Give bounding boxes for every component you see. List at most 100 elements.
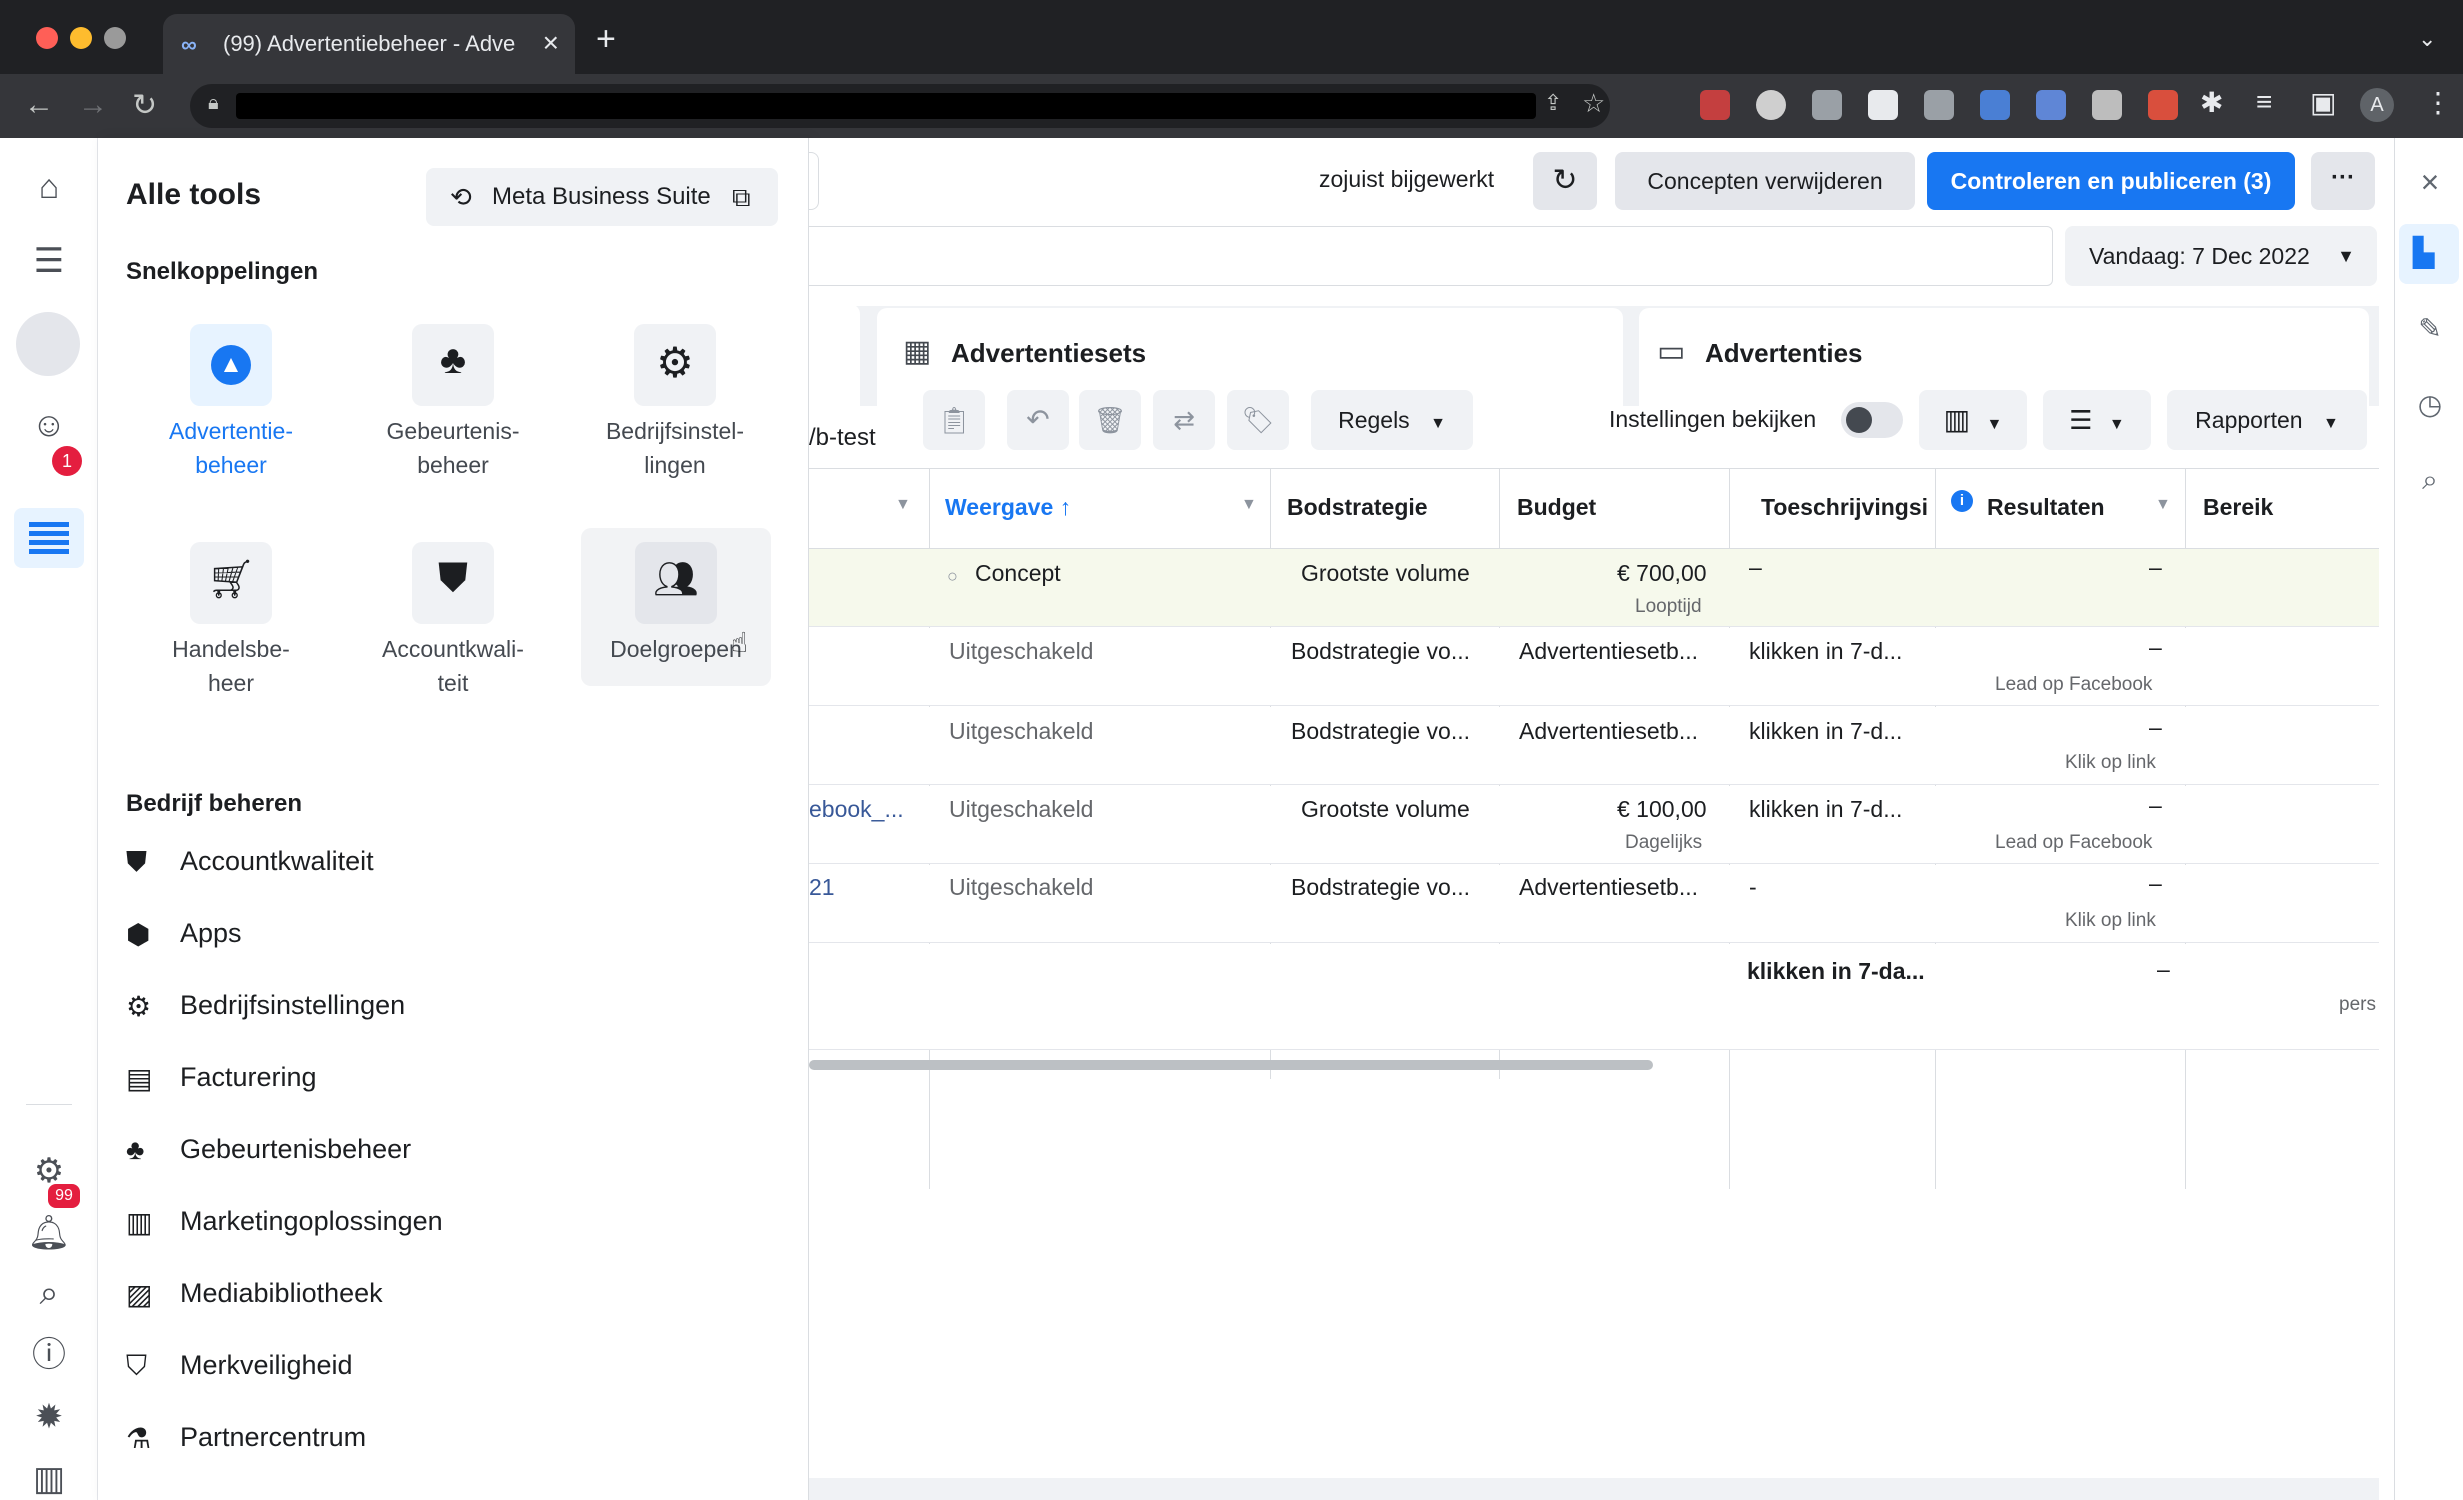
- refresh-button[interactable]: ↻: [1533, 152, 1597, 210]
- address-bar[interactable]: 🔒︎ ⇪ ☆: [190, 84, 1610, 128]
- close-icon[interactable]: ×: [543, 27, 559, 59]
- menu-item-business-settings[interactable]: ⚙ Bedrijfsinstellingen: [126, 978, 766, 1038]
- menu-item-apps[interactable]: ⬢ Apps: [126, 906, 766, 966]
- extension-icon[interactable]: [1700, 90, 1730, 120]
- more-button[interactable]: ···: [2311, 152, 2375, 210]
- account-avatar[interactable]: [16, 312, 80, 376]
- caret-down-icon[interactable]: ▼: [895, 496, 911, 514]
- chevron-down-icon[interactable]: ⌄: [2418, 26, 2436, 52]
- menu-item-account-quality[interactable]: ⛊ Accountkwaliteit: [126, 834, 766, 894]
- menu-item-marketing-solutions[interactable]: ▥ Marketingoplossingen: [126, 1194, 766, 1254]
- meta-logo-icon: ∞: [181, 32, 197, 57]
- tab-campaigns[interactable]: [809, 304, 860, 414]
- shortcut-account-quality[interactable]: ⛊ Accountkwali- teit: [358, 542, 548, 696]
- cell-name-link[interactable]: ebook_...: [809, 796, 904, 823]
- column-header-results[interactable]: Resultaten: [1987, 494, 2105, 521]
- info-icon[interactable]: i: [1951, 490, 1973, 512]
- cell-bid-strategy: Grootste volume: [1301, 796, 1470, 822]
- menu-icon[interactable]: ☰: [26, 238, 72, 284]
- reports-button[interactable]: Rapporten ▼: [2167, 390, 2367, 450]
- extension-icon[interactable]: [2036, 90, 2066, 120]
- shortcut-audiences[interactable]: 👥︎ Doelgroepen ☝: [581, 528, 771, 686]
- shortcut-commerce-manager[interactable]: 🛒︎ Handelsbe- heer: [136, 542, 326, 696]
- new-tab-button[interactable]: +: [596, 20, 616, 59]
- meta-business-suite-button[interactable]: ⟲ Meta Business Suite ⧉: [426, 168, 778, 226]
- puzzle-icon[interactable]: ✱: [2200, 86, 2223, 119]
- search-icon[interactable]: ⌕: [26, 1270, 72, 1316]
- duplicate-button[interactable]: 📋︎: [923, 390, 985, 450]
- sidebar-icon[interactable]: ▣: [2310, 86, 2336, 119]
- columns-button[interactable]: ▥ ▼: [1919, 390, 2027, 450]
- rules-label: Regels: [1338, 407, 1410, 433]
- close-icon[interactable]: ×: [2413, 164, 2447, 200]
- caret-down-icon[interactable]: ▼: [2155, 496, 2171, 514]
- menu-item-label: Apps: [180, 918, 242, 948]
- caret-down-icon[interactable]: ▼: [1241, 496, 1257, 514]
- book-icon[interactable]: ▥: [26, 1456, 72, 1500]
- rules-button[interactable]: Regels ▼: [1311, 390, 1473, 450]
- discard-drafts-button[interactable]: Concepten verwijderen: [1615, 152, 1915, 210]
- view-settings-toggle[interactable]: [1841, 402, 1903, 438]
- ab-test-button[interactable]: /b-test: [809, 408, 876, 468]
- cell-name-link[interactable]: 21: [809, 874, 835, 901]
- undo-button[interactable]: ↶: [1007, 390, 1069, 450]
- menu-item-events-manager[interactable]: ♣ Gebeurtenisbeheer: [126, 1122, 766, 1182]
- extension-icon[interactable]: [1980, 90, 2010, 120]
- delete-button[interactable]: 🗑︎: [1079, 390, 1141, 450]
- ads-manager-rail-item[interactable]: [14, 508, 84, 568]
- extension-icon[interactable]: [1868, 90, 1898, 120]
- kebab-menu-icon[interactable]: ⋮: [2424, 86, 2452, 119]
- share-icon[interactable]: ⇪: [1544, 90, 1562, 116]
- caret-down-icon: ▼: [1430, 415, 1446, 432]
- cell-result-type: Klik op link: [2065, 910, 2156, 931]
- cell-results: –: [2149, 792, 2162, 818]
- extension-icon[interactable]: [1812, 90, 1842, 120]
- reload-icon[interactable]: ↻: [132, 88, 157, 123]
- zoom-icon[interactable]: ⌕: [2413, 464, 2447, 498]
- column-header-delivery[interactable]: Weergave ↑: [945, 494, 1071, 521]
- bell-icon[interactable]: 🔔︎: [26, 1210, 72, 1256]
- tag-button[interactable]: 🏷︎: [1227, 390, 1289, 450]
- close-window-button[interactable]: [36, 27, 58, 49]
- back-arrow-icon[interactable]: ←: [24, 88, 54, 122]
- shortcut-business-settings[interactable]: ⚙ Bedrijfsinstel- lingen: [580, 324, 770, 478]
- shortcut-events-manager[interactable]: ♣ Gebeurtenis- beheer: [358, 324, 548, 478]
- clock-icon[interactable]: ◷: [2413, 388, 2447, 422]
- search-field-edge[interactable]: [809, 152, 819, 210]
- column-header-budget[interactable]: Budget: [1517, 494, 1596, 521]
- review-publish-button[interactable]: Controleren en publiceren (3): [1927, 152, 2295, 210]
- shortcuts-title: Snelkoppelingen: [126, 258, 319, 285]
- column-header-attribution[interactable]: Toeschrijvingsi: [1761, 494, 1928, 521]
- insights-tab[interactable]: ▙: [2399, 224, 2459, 284]
- pencil-icon[interactable]: ✎: [2413, 312, 2447, 346]
- extension-icon[interactable]: [2092, 90, 2122, 120]
- minimize-window-button[interactable]: [70, 27, 92, 49]
- emoji-icon[interactable]: ☺: [26, 402, 72, 448]
- column-header-reach[interactable]: Bereik: [2203, 494, 2273, 521]
- extension-icon[interactable]: [1756, 90, 1786, 120]
- menu-item-brand-safety[interactable]: ⛉ Merkveiligheid: [126, 1338, 766, 1398]
- forward-arrow-icon[interactable]: →: [78, 88, 108, 122]
- column-header-bid-strategy[interactable]: Bodstrategie: [1287, 494, 1428, 521]
- reading-list-icon[interactable]: ≡: [2256, 86, 2272, 118]
- profile-avatar[interactable]: A: [2360, 88, 2394, 122]
- ab-compare-button[interactable]: ⇄: [1153, 390, 1215, 450]
- date-picker-button[interactable]: Vandaag: 7 Dec 2022 ▼: [2065, 226, 2377, 286]
- breakdown-button[interactable]: ☰ ▼: [2043, 390, 2151, 450]
- extension-icon[interactable]: [2148, 90, 2178, 120]
- menu-item-media-library[interactable]: ▨ Mediabibliotheek: [126, 1266, 766, 1326]
- extension-icon[interactable]: [1924, 90, 1954, 120]
- menu-item-partner-center[interactable]: ⚗ Partnercentrum: [126, 1410, 766, 1470]
- menu-item-billing[interactable]: ▤ Facturering: [126, 1050, 766, 1110]
- help-icon[interactable]: ⓘ: [26, 1332, 72, 1378]
- maximize-window-button[interactable]: [104, 27, 126, 49]
- filter-bar[interactable]: [809, 226, 2053, 286]
- home-icon[interactable]: ⌂: [26, 164, 72, 210]
- star-icon[interactable]: ☆: [1582, 88, 1605, 119]
- horizontal-scrollbar[interactable]: [809, 1060, 1653, 1070]
- cell-attribution: -: [1749, 874, 1757, 900]
- caret-down-icon: ▼: [2322, 415, 2339, 432]
- shortcut-ads-manager[interactable]: ▲ Advertentie- beheer: [136, 324, 326, 478]
- browser-tab[interactable]: ∞ (99) Advertentiebeheer - Adve ×: [163, 14, 575, 74]
- bug-icon[interactable]: ✹: [26, 1394, 72, 1440]
